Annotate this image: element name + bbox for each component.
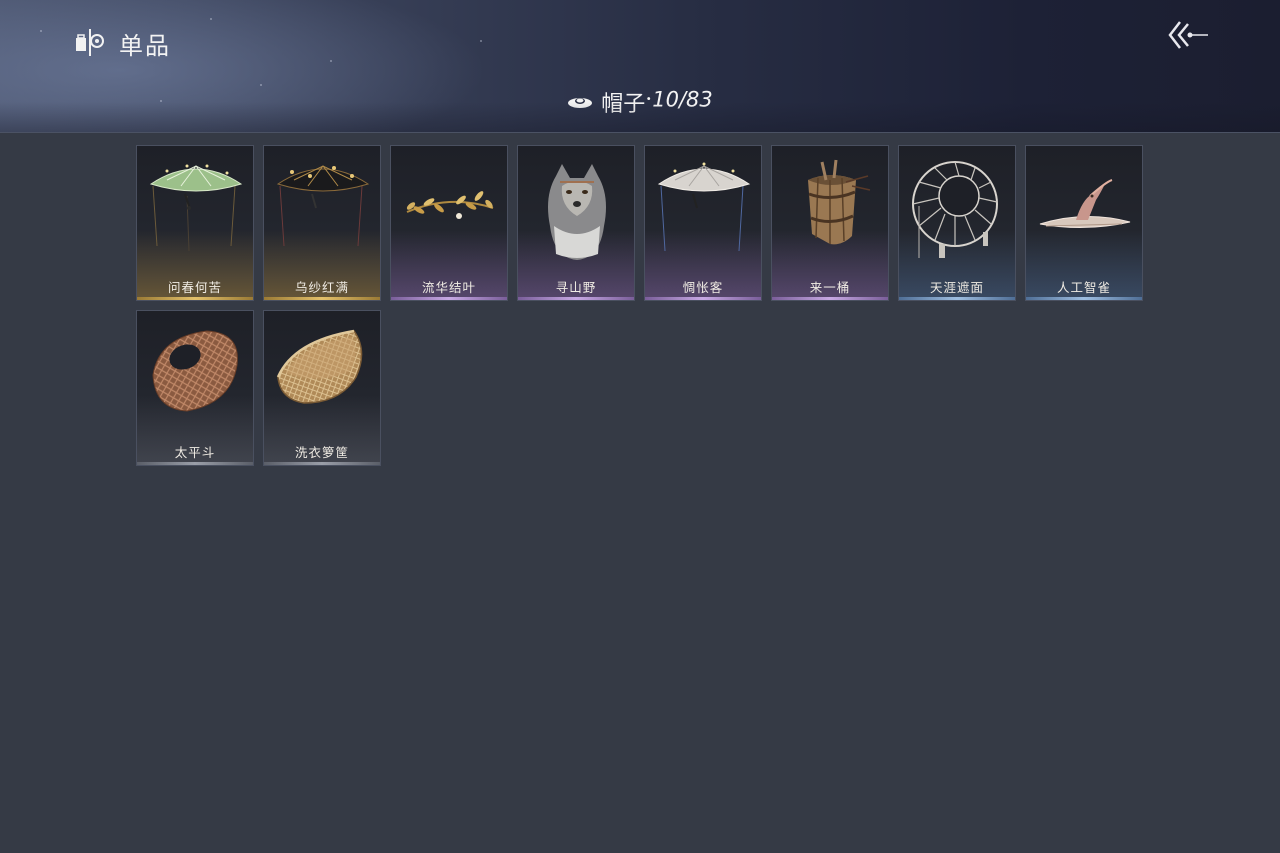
rarity-bar — [645, 297, 761, 300]
rarity-bar — [772, 297, 888, 300]
wardrobe-screen: 单品 帽子·10/83 问春何苦 乌纱红满 流华结叶 寻山野 惆怅客 来一桶 天… — [0, 0, 1280, 853]
item-name: 寻山野 — [555, 280, 597, 295]
rarity-bar — [518, 297, 634, 300]
item-name: 来一桶 — [809, 280, 851, 295]
item-card[interactable]: 太平斗 — [136, 310, 254, 466]
item-name: 乌纱红满 — [294, 280, 349, 295]
rarity-bar — [391, 297, 507, 300]
item-card[interactable]: 流华结叶 — [390, 145, 508, 301]
wooden-bucket-hat-icon — [808, 159, 871, 245]
item-card[interactable]: 惆怅客 — [644, 145, 762, 301]
rarity-bar — [1026, 297, 1142, 300]
item-card[interactable]: 人工智雀 — [1025, 145, 1143, 301]
rarity-bar — [264, 462, 380, 465]
wardrobe-icon — [76, 29, 104, 56]
golden-leaf-circlet-icon — [406, 191, 494, 219]
item-name: 人工智雀 — [1056, 280, 1111, 295]
item-name: 洗衣箩筐 — [294, 445, 349, 460]
item-card[interactable]: 问春何苦 — [136, 145, 254, 301]
category-name: 帽子 — [601, 92, 646, 117]
category-header: 帽子·10/83 — [0, 86, 1280, 118]
item-card[interactable]: 洗衣箩筐 — [263, 310, 381, 466]
rarity-bar — [264, 297, 380, 300]
back-arrow-icon — [1168, 21, 1208, 49]
item-name: 问春何苦 — [167, 280, 222, 295]
woven-wicker-basket-hat-icon — [152, 330, 238, 412]
back-button[interactable] — [1166, 18, 1212, 52]
green-veiled-bamboo-hat-icon — [149, 164, 243, 252]
page-title: 单品 — [119, 32, 171, 60]
header-banner: 单品 帽子·10/83 — [0, 0, 1280, 133]
hat-icon — [568, 98, 593, 108]
item-card[interactable]: 来一桶 — [771, 145, 889, 301]
item-name: 太平斗 — [174, 445, 216, 460]
item-name: 流华结叶 — [421, 280, 476, 295]
black-veiled-hat-icon — [276, 165, 370, 247]
item-name: 天涯遮面 — [929, 280, 984, 295]
white-veiled-hat-icon — [657, 162, 751, 252]
item-card[interactable]: 天涯遮面 — [898, 145, 1016, 301]
wolf-head-hood-icon — [548, 164, 606, 260]
rarity-bar — [899, 297, 1015, 300]
category-count: 10/83 — [652, 87, 713, 112]
item-name: 惆怅客 — [682, 280, 724, 295]
wicker-laundry-basket-icon — [276, 329, 363, 404]
item-card[interactable]: 乌纱红满 — [263, 145, 381, 301]
woven-ring-veil-hat-icon — [912, 161, 998, 258]
rarity-bar — [137, 297, 253, 300]
bird-flat-hat-icon — [1039, 179, 1131, 229]
item-card[interactable]: 寻山野 — [517, 145, 635, 301]
rarity-bar — [137, 462, 253, 465]
